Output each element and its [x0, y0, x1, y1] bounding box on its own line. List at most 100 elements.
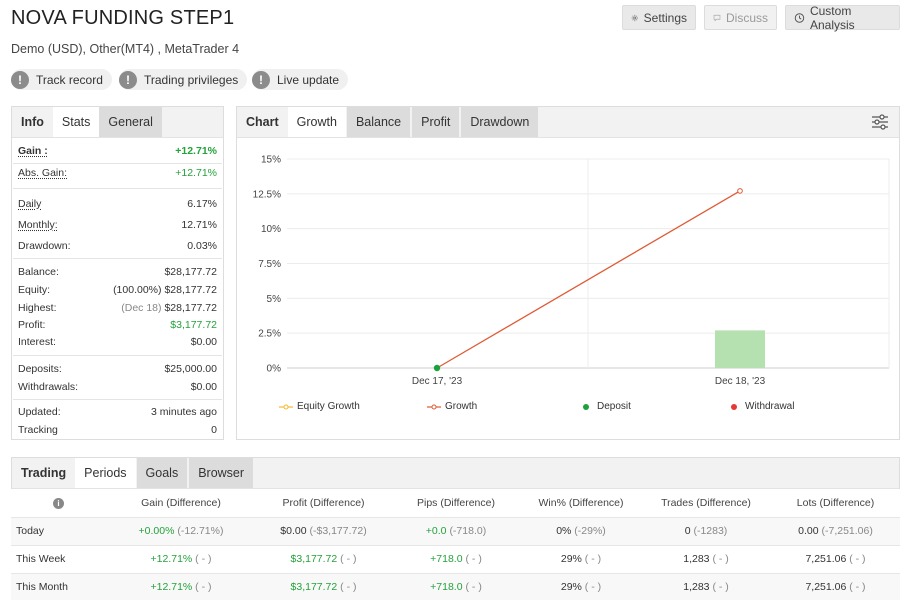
- chart-panel: Chart Growth Balance Profit Drawdown 15%…: [236, 106, 900, 440]
- table-cell: +12.71% ( - ): [106, 545, 256, 574]
- y-tick-label: 0%: [267, 364, 282, 375]
- info-row-interest: Interest: $0.00: [18, 336, 217, 348]
- info-icon[interactable]: i: [53, 497, 64, 509]
- legend-withdrawal[interactable]: Withdrawal: [727, 401, 794, 412]
- info-row-monthly: Monthly: 12.71%: [18, 219, 217, 231]
- info-row-updated: Updated: 3 minutes ago: [18, 406, 217, 418]
- tab-info[interactable]: Info: [12, 107, 53, 137]
- legend-deposit[interactable]: Deposit: [579, 401, 631, 412]
- info-row-highest: Highest: (Dec 18) $28,177.72: [18, 302, 217, 314]
- growth-chart: 15% 12.5% 10% 7.5% 5% 2.5% 0% Dec 17, '23 Dec 18…: [253, 155, 890, 387]
- table-cell: +0.00% (-12.71%): [106, 517, 256, 546]
- table-cell: +12.71% ( - ): [106, 573, 256, 600]
- tab-browser[interactable]: Browser: [189, 458, 254, 488]
- exclamation-icon: !: [252, 70, 270, 89]
- periods-tabs: Trading Periods Goals Browser: [12, 458, 899, 489]
- column-header: Gain (Difference): [106, 489, 256, 518]
- column-header: Pips (Difference): [391, 489, 521, 518]
- tab-stats[interactable]: Stats: [52, 107, 100, 137]
- tab-profit[interactable]: Profit: [412, 107, 460, 137]
- y-tick-label: 10%: [261, 224, 281, 235]
- deposit-bar: [715, 330, 765, 368]
- table-cell: +718.0 ( - ): [391, 573, 521, 600]
- period-label: Today: [11, 517, 106, 546]
- table-cell: 7,251.06 ( - ): [771, 573, 900, 600]
- clock-icon: [794, 12, 805, 23]
- discuss-button[interactable]: Discuss: [704, 5, 777, 30]
- track-record-badge[interactable]: ! Track record: [11, 69, 112, 90]
- info-row-tracking: Tracking 0: [18, 424, 217, 436]
- chart-tabs: Chart Growth Balance Profit Drawdown: [237, 107, 899, 138]
- y-tick-label: 2.5%: [258, 329, 281, 340]
- settings-label: Settings: [643, 10, 687, 25]
- x-tick-label: Dec 17, '23: [412, 376, 463, 387]
- legend-line-icon: [427, 404, 441, 409]
- info-row-abs-gain: Abs. Gain: +12.71%: [18, 167, 217, 179]
- tab-trading[interactable]: Trading: [12, 458, 76, 488]
- column-header: Profit (Difference): [256, 489, 391, 518]
- periods-table: i Gain (Difference) Profit (Difference) …: [11, 489, 900, 600]
- info-panel: Info Stats General Gain : +12.71% Abs. G…: [11, 106, 224, 440]
- table-cell: $3,177.72 ( - ): [256, 545, 391, 574]
- exclamation-icon: !: [119, 70, 137, 89]
- page-title: NOVA FUNDING STEP1: [11, 7, 235, 29]
- info-tabs: Info Stats General: [12, 107, 223, 138]
- table-cell: +0.0 (-718.0): [391, 517, 521, 546]
- tab-general[interactable]: General: [99, 107, 162, 137]
- y-tick-label: 7.5%: [258, 259, 281, 270]
- live-update-badge[interactable]: ! Live update: [252, 69, 349, 90]
- info-row-withdrawals: Withdrawals: $0.00: [18, 381, 217, 393]
- column-header: Win% (Difference): [521, 489, 641, 518]
- x-tick-label: Dec 18, '23: [715, 376, 766, 387]
- table-cell: 1,283 ( - ): [641, 545, 771, 574]
- exclamation-icon: !: [11, 70, 29, 89]
- tab-periods[interactable]: Periods: [75, 458, 136, 488]
- info-row-deposits: Deposits: $25,000.00: [18, 363, 217, 375]
- account-subtitle: Demo (USD), Other(MT4) , MetaTrader 4: [11, 42, 240, 56]
- info-row-profit: Profit: $3,177.72: [18, 319, 217, 331]
- deposit-point: [433, 364, 441, 372]
- table-cell: 1,283 ( - ): [641, 573, 771, 600]
- tab-drawdown[interactable]: Drawdown: [461, 107, 539, 137]
- legend-dot-icon: [583, 403, 589, 410]
- custom-analysis-button[interactable]: Custom Analysis: [785, 3, 900, 32]
- tab-balance[interactable]: Balance: [346, 107, 411, 137]
- table-cell: $0.00 (-$3,177.72): [256, 517, 391, 546]
- tab-chart[interactable]: Chart: [237, 107, 288, 137]
- legend-growth[interactable]: Growth: [427, 401, 477, 412]
- column-header: Lots (Difference): [771, 489, 900, 518]
- tab-goals[interactable]: Goals: [136, 458, 188, 488]
- comment-icon: [713, 14, 721, 22]
- badge-label: Live update: [277, 72, 340, 87]
- settings-button[interactable]: Settings: [622, 5, 696, 30]
- info-row-gain: Gain : +12.71%: [18, 145, 217, 157]
- table-cell: 29% ( - ): [521, 573, 641, 600]
- info-row-daily: Daily 6.17%: [18, 198, 217, 210]
- period-label: This Month: [11, 573, 106, 600]
- info-row-equity: Equity: (100.00%) $28,177.72: [18, 284, 217, 296]
- trading-privileges-badge[interactable]: ! Trading privileges: [119, 69, 248, 90]
- periods-info-header: i: [11, 489, 106, 518]
- custom-analysis-label: Custom Analysis: [809, 3, 855, 32]
- y-tick-label: 12.5%: [253, 189, 281, 200]
- table-row: This Week +12.71% ( - ) $3,177.72 ( - ) …: [11, 545, 900, 574]
- table-row: This Month +12.71% ( - ) $3,177.72 ( - )…: [11, 573, 900, 600]
- info-row-drawdown: Drawdown: 0.03%: [18, 240, 217, 252]
- legend-line-icon: [279, 404, 293, 409]
- legend-equity-growth[interactable]: Equity Growth: [279, 401, 360, 412]
- table-row: Today +0.00% (-12.71%) $0.00 (-$3,177.72…: [11, 517, 900, 546]
- badge-label: Trading privileges: [144, 72, 239, 87]
- table-cell: 7,251.06 ( - ): [771, 545, 900, 574]
- period-label: This Week: [11, 545, 106, 574]
- y-tick-label: 15%: [261, 155, 281, 166]
- table-cell: 29% ( - ): [521, 545, 641, 574]
- tab-growth[interactable]: Growth: [287, 107, 346, 137]
- legend-dot-icon: [731, 403, 737, 410]
- chart-settings-icon[interactable]: [871, 113, 889, 131]
- badge-label: Track record: [36, 72, 103, 87]
- table-cell: 0.00 (-7,251.06): [771, 517, 900, 546]
- table-cell: 0% (-29%): [521, 517, 641, 546]
- table-cell: 0 (-1283): [641, 517, 771, 546]
- periods-panel: Trading Periods Goals Browser: [11, 457, 900, 489]
- table-cell: $3,177.72 ( - ): [256, 573, 391, 600]
